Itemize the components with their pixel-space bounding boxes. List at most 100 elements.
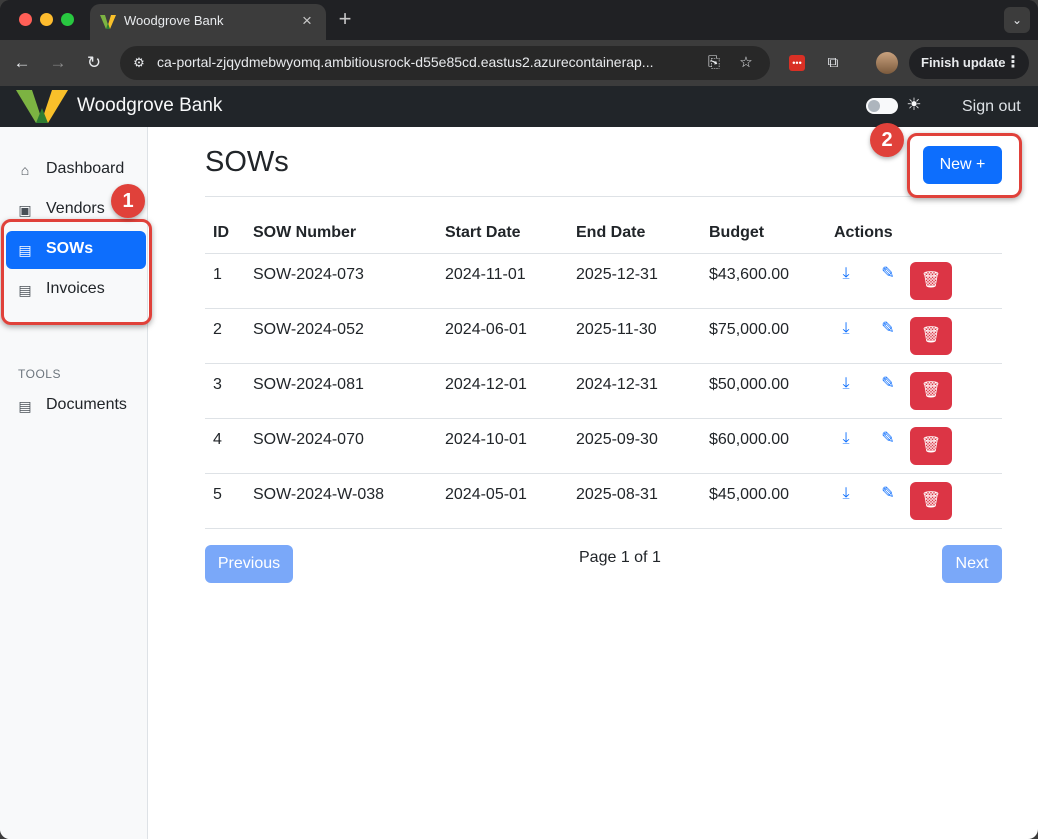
cell-budget: $75,000.00 (701, 308, 826, 364)
edit-icon[interactable]: ✎ (876, 262, 900, 286)
column-header-actions: Actions (826, 213, 1002, 254)
site-info-icon[interactable]: ⚙ (129, 53, 149, 73)
cell-id: 2 (205, 308, 245, 364)
sidebar-item-label: Documents (46, 396, 127, 413)
cell-end-date: 2025-08-31 (568, 473, 701, 529)
delete-trash-icon[interactable]: 🗑 (910, 261, 952, 300)
delete-trash-icon[interactable]: 🗑 (910, 426, 952, 465)
download-icon[interactable]: ⤓ (834, 372, 858, 396)
column-header-budget: Budget (701, 213, 826, 254)
install-app-icon[interactable]: ⎘ (704, 53, 724, 73)
delete-trash-icon[interactable]: 🗑 (910, 371, 952, 410)
brand-name[interactable]: Woodgrove Bank (77, 95, 222, 117)
delete-trash-icon[interactable]: 🗑 (910, 316, 952, 355)
annotation-box-new (907, 133, 1022, 198)
cell-sow-number: SOW-2024-070 (245, 418, 437, 474)
download-icon[interactable]: ⤓ (834, 482, 858, 506)
cell-id: 5 (205, 473, 245, 529)
bookmark-star-icon[interactable]: ☆ (736, 53, 756, 73)
tab-search-icon[interactable]: ⌄ (1004, 7, 1030, 33)
cell-sow-number: SOW-2024-081 (245, 363, 437, 419)
cell-end-date: 2024-12-31 (568, 363, 701, 419)
cell-actions: ⤓ ✎ 🗑 (826, 418, 1002, 474)
column-header-id: ID (205, 213, 245, 254)
app-navbar: Woodgrove Bank ☀ Sign out (0, 86, 1038, 127)
cell-start-date: 2024-12-01 (437, 363, 568, 419)
page-content: ⌂ Dashboard ▣ Vendors ▤ SOWs ▤ Invoices … (0, 127, 1038, 839)
cell-budget: $50,000.00 (701, 363, 826, 419)
file-text-icon: ▤ (18, 398, 32, 414)
column-header-start-date: Start Date (437, 213, 568, 254)
edit-icon[interactable]: ✎ (876, 317, 900, 341)
finish-update-label: Finish update (921, 55, 1006, 70)
forward-icon[interactable]: → (45, 50, 71, 76)
cell-actions: ⤓ ✎ 🗑 (826, 473, 1002, 529)
more-menu-icon[interactable]: ⋮ (1005, 47, 1021, 79)
page-indicator: Page 1 of 1 (579, 549, 661, 566)
extensions-puzzle-icon[interactable]: ⧉ (823, 53, 843, 73)
woodgrove-logo-icon[interactable] (16, 90, 68, 123)
cell-id: 4 (205, 418, 245, 474)
browser-window: Woodgrove Bank × + ⌄ ← → ↻ ⚙ ca-portal-z… (0, 0, 1038, 839)
url-text[interactable]: ca-portal-zjqydmebwyomq.ambitiousrock-d5… (157, 54, 697, 70)
table-row: 5 SOW-2024-W-038 2024-05-01 2025-08-31 $… (205, 473, 1002, 529)
column-header-sow-number: SOW Number (245, 213, 437, 254)
theme-toggle[interactable] (866, 98, 898, 114)
browser-toolbar: ← → ↻ ⚙ ca-portal-zjqydmebwyomq.ambitiou… (0, 40, 1038, 86)
download-icon[interactable]: ⤓ (834, 262, 858, 286)
table-header-row: ID SOW Number Start Date End Date Budget… (205, 213, 1002, 254)
edit-icon[interactable]: ✎ (876, 482, 900, 506)
download-icon[interactable]: ⤓ (834, 427, 858, 451)
table-row: 3 SOW-2024-081 2024-12-01 2024-12-31 $50… (205, 363, 1002, 419)
annotation-step-1: 1 (111, 184, 145, 218)
browser-tab[interactable]: Woodgrove Bank × (90, 4, 326, 40)
annotation-step-2: 2 (870, 123, 904, 157)
column-header-end-date: End Date (568, 213, 701, 254)
delete-trash-icon[interactable]: 🗑 (910, 481, 952, 520)
sign-out-link[interactable]: Sign out (962, 98, 1021, 116)
cell-end-date: 2025-11-30 (568, 308, 701, 364)
house-icon: ⌂ (20, 162, 30, 178)
close-window-button[interactable] (19, 13, 32, 26)
previous-page-button[interactable]: Previous (205, 545, 293, 583)
new-tab-icon[interactable]: + (334, 6, 356, 32)
reload-icon[interactable]: ↻ (81, 50, 107, 76)
cell-budget: $60,000.00 (701, 418, 826, 474)
cell-end-date: 2025-12-31 (568, 253, 701, 309)
cell-id: 3 (205, 363, 245, 419)
briefcase-icon: ▣ (18, 202, 32, 218)
cell-start-date: 2024-05-01 (437, 473, 568, 529)
tools-heading: TOOLS (18, 367, 61, 381)
back-icon[interactable]: ← (9, 50, 35, 76)
sows-table: ID SOW Number Start Date End Date Budget… (205, 213, 1002, 529)
cell-actions: ⤓ ✎ 🗑 (826, 363, 1002, 419)
tab-strip: Woodgrove Bank × + ⌄ (0, 0, 1038, 40)
download-icon[interactable]: ⤓ (834, 317, 858, 341)
close-tab-icon[interactable]: × (298, 11, 316, 31)
cell-actions: ⤓ ✎ 🗑 (826, 308, 1002, 364)
address-bar[interactable]: ⚙ ca-portal-zjqydmebwyomq.ambitiousrock-… (120, 46, 770, 80)
cell-budget: $45,000.00 (701, 473, 826, 529)
sun-icon[interactable]: ☀ (904, 95, 924, 115)
cell-id: 1 (205, 253, 245, 309)
sidebar-item-documents[interactable]: ▤ Documents (6, 387, 146, 425)
cell-start-date: 2024-10-01 (437, 418, 568, 474)
table-row: 1 SOW-2024-073 2024-11-01 2025-12-31 $43… (205, 253, 1002, 309)
woodgrove-favicon-icon (100, 15, 116, 29)
cell-sow-number: SOW-2024-073 (245, 253, 437, 309)
cell-sow-number: SOW-2024-W-038 (245, 473, 437, 529)
cell-budget: $43,600.00 (701, 253, 826, 309)
finish-update-button[interactable]: Finish update ⋮ (909, 47, 1029, 79)
tab-title: Woodgrove Bank (124, 13, 224, 28)
table-row: 4 SOW-2024-070 2024-10-01 2025-09-30 $60… (205, 418, 1002, 474)
table-row: 2 SOW-2024-052 2024-06-01 2025-11-30 $75… (205, 308, 1002, 364)
minimize-window-button[interactable] (40, 13, 53, 26)
profile-avatar[interactable] (876, 52, 898, 74)
edit-icon[interactable]: ✎ (876, 427, 900, 451)
cell-actions: ⤓ ✎ 🗑 (826, 253, 1002, 309)
edit-icon[interactable]: ✎ (876, 372, 900, 396)
extension-red-icon[interactable]: ••• (789, 55, 805, 71)
annotation-box-sidebar (1, 219, 152, 325)
next-page-button[interactable]: Next (942, 545, 1002, 583)
maximize-window-button[interactable] (61, 13, 74, 26)
